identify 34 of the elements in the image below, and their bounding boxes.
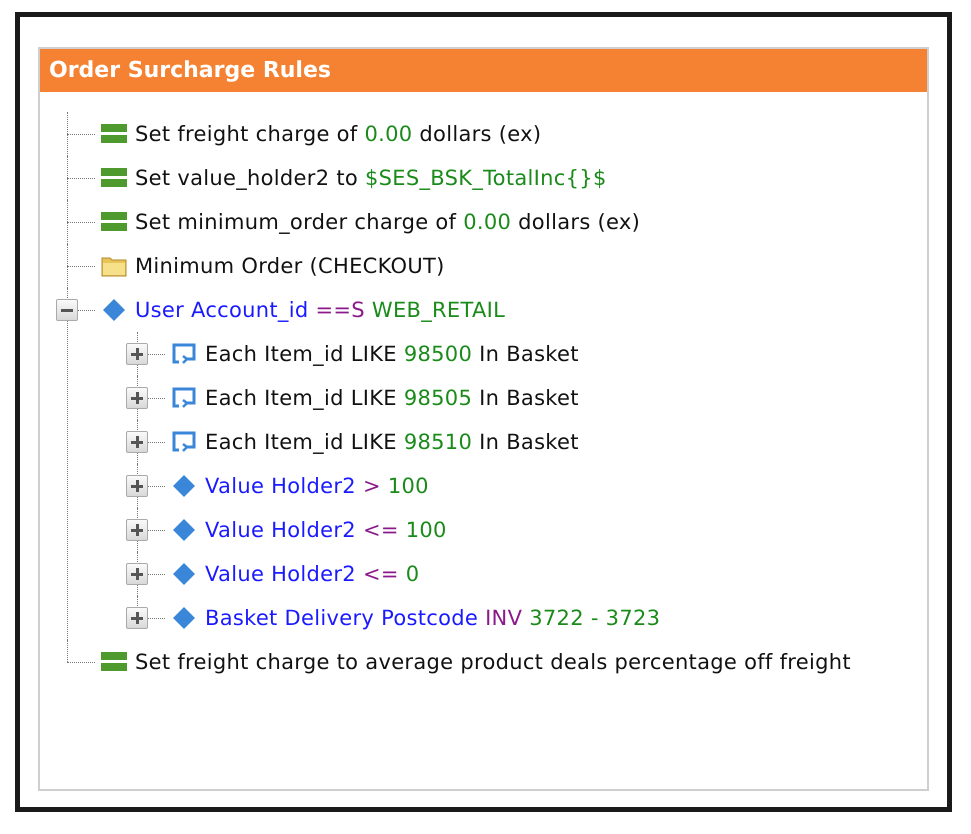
rule-label[interactable]: Each Item_id LIKE 98505 In Basket [205,386,579,410]
action-icon [101,122,127,146]
rule-label[interactable]: Set minimum_order charge of 0.00 dollars (ex) [135,210,640,234]
rule-label[interactable]: Each Item_id LIKE 98510 In Basket [205,430,579,454]
diamond-icon [101,298,127,322]
rule-label[interactable]: Value Holder2 <= 0 [205,562,420,586]
rule-label[interactable]: Value Holder2 <= 100 [205,518,447,542]
expand-toggle[interactable] [126,343,148,365]
collapse-toggle[interactable] [56,299,78,321]
action-icon [101,650,127,674]
expand-toggle[interactable] [126,563,148,585]
loop-arrow-icon [171,342,197,366]
rule-label[interactable]: Set freight charge to average product deals percentage off freight [135,650,851,674]
action-icon [101,166,127,190]
rule-label[interactable]: Basket Delivery Postcode INV 3722 - 3723 [205,606,660,630]
diamond-icon [171,518,197,542]
diamond-icon [171,562,197,586]
panel-title: Order Surcharge Rules [40,49,927,92]
rule-label[interactable]: Set value_holder2 to $SES_BSK_TotalInc{}$ [135,166,607,190]
expand-toggle[interactable] [126,475,148,497]
expand-toggle[interactable] [126,607,148,629]
loop-arrow-icon [171,430,197,454]
rule-label[interactable]: Minimum Order (CHECKOUT) [135,254,445,278]
rule-label[interactable]: Set freight charge of 0.00 dollars (ex) [135,122,542,146]
loop-arrow-icon [171,386,197,410]
diamond-icon [171,474,197,498]
expand-toggle[interactable] [126,387,148,409]
diamond-icon [171,606,197,630]
rule-label[interactable]: Value Holder2 > 100 [205,474,429,498]
expand-toggle[interactable] [126,519,148,541]
expand-toggle[interactable] [126,431,148,453]
action-icon [101,210,127,234]
rule-label[interactable]: User Account_id ==S WEB_RETAIL [135,298,506,322]
rule-label[interactable]: Each Item_id LIKE 98500 In Basket [205,342,579,366]
